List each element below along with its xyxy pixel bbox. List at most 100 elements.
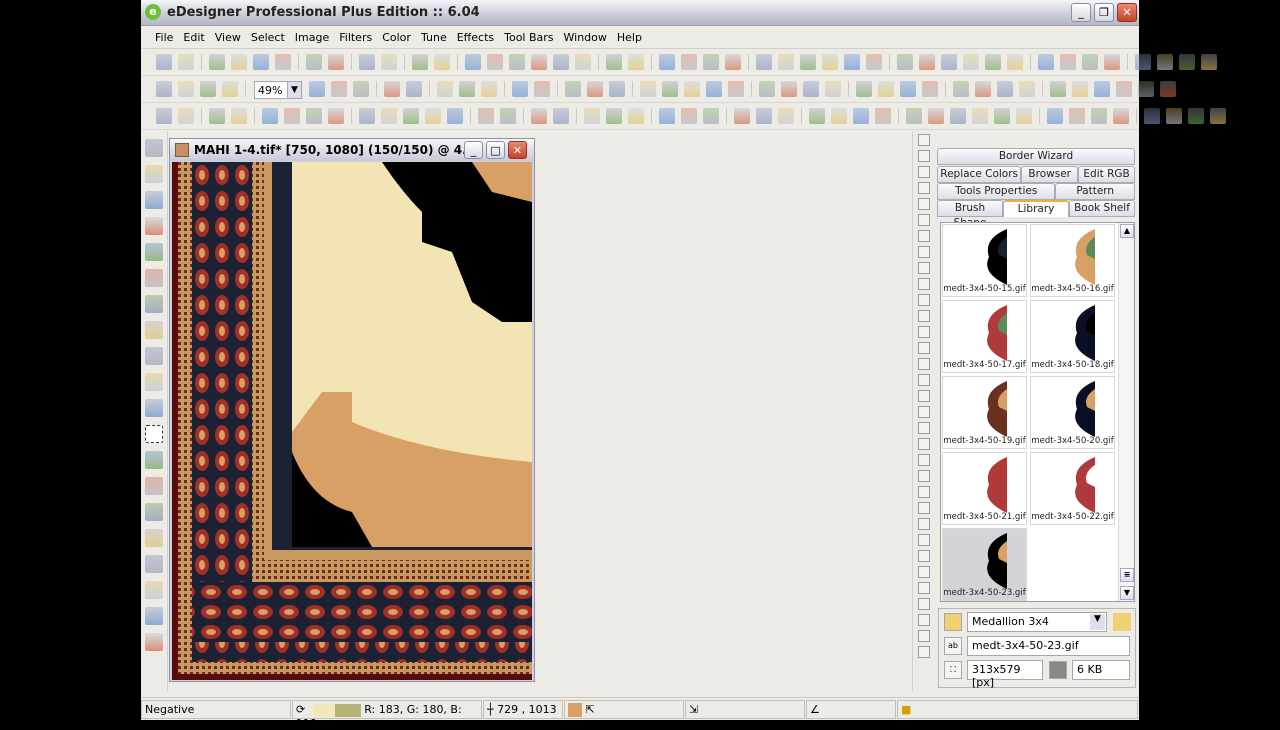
menu-view[interactable]: View bbox=[211, 27, 245, 44]
panel-strip-icon-11[interactable] bbox=[917, 310, 930, 322]
tb2-tool-37-icon[interactable] bbox=[1116, 81, 1132, 97]
tb2-tool-32-icon[interactable] bbox=[997, 81, 1013, 97]
tb1-tool-14-icon[interactable] bbox=[509, 54, 525, 70]
scroll-up-button[interactable]: ▲ bbox=[1120, 224, 1134, 238]
minimize-button[interactable]: _ bbox=[1071, 3, 1091, 22]
tb1-tool-17-icon[interactable] bbox=[575, 54, 591, 70]
menu-image[interactable]: Image bbox=[291, 27, 333, 44]
panel-strip-icon-17[interactable] bbox=[917, 406, 930, 418]
menu-edit[interactable]: Edit bbox=[179, 27, 208, 44]
tb2-tool-5-icon[interactable] bbox=[331, 81, 347, 97]
tb3-tool-20-icon[interactable] bbox=[659, 108, 675, 124]
tab-library[interactable]: Library bbox=[1003, 200, 1069, 217]
tb3-tool-35-icon[interactable] bbox=[1016, 108, 1032, 124]
tb3-tool-31-icon[interactable] bbox=[928, 108, 944, 124]
tb1-tool-3-icon[interactable] bbox=[231, 54, 247, 70]
crop-tool-icon[interactable] bbox=[145, 191, 163, 209]
tb2-tool-3-icon[interactable] bbox=[222, 81, 238, 97]
tb1-tool-2-icon[interactable] bbox=[209, 54, 225, 70]
panel-strip-icon-13[interactable] bbox=[917, 342, 930, 354]
tb3-tool-16-icon[interactable] bbox=[553, 108, 569, 124]
tb3-tool-5-icon[interactable] bbox=[284, 108, 300, 124]
tab-edit-rgb[interactable]: Edit RGB bbox=[1078, 166, 1135, 183]
tb3-tool-26-icon[interactable] bbox=[809, 108, 825, 124]
tb1-tool-43-icon[interactable] bbox=[1201, 54, 1217, 70]
pattern-tool-icon[interactable] bbox=[145, 399, 163, 417]
menu-effects[interactable]: Effects bbox=[453, 27, 498, 44]
tb1-tool-13-icon[interactable] bbox=[487, 54, 503, 70]
library-thumbnail[interactable]: medt-3x4-50-23.gif bbox=[942, 528, 1027, 601]
tb3-tool-10-icon[interactable] bbox=[403, 108, 419, 124]
tb2-tool-39-icon[interactable] bbox=[1160, 81, 1176, 97]
panel-strip-icon-5[interactable] bbox=[917, 214, 930, 226]
tb2-tool-16-icon[interactable] bbox=[609, 81, 625, 97]
tb2-tool-22-icon[interactable] bbox=[759, 81, 775, 97]
pen-tool-icon[interactable] bbox=[145, 217, 163, 235]
zoom-select[interactable]: 49% ▼ bbox=[254, 81, 302, 99]
tb2-tool-28-icon[interactable] bbox=[900, 81, 916, 97]
panel-strip-icon-3[interactable] bbox=[917, 182, 930, 194]
menu-tool-bars[interactable]: Tool Bars bbox=[500, 27, 557, 44]
tab-brush-shape[interactable]: Brush Shape bbox=[937, 200, 1003, 229]
tb2-tool-13-icon[interactable] bbox=[534, 81, 550, 97]
gradient-tool-icon[interactable] bbox=[145, 269, 163, 287]
menu-help[interactable]: Help bbox=[613, 27, 646, 44]
library-thumbnail[interactable]: medt-3x4-50-22.gif bbox=[1030, 452, 1115, 525]
tb1-tool-29-icon[interactable] bbox=[866, 54, 882, 70]
menu-window[interactable]: Window bbox=[560, 27, 611, 44]
tb3-tool-0-icon[interactable] bbox=[156, 108, 172, 124]
tb3-tool-24-icon[interactable] bbox=[756, 108, 772, 124]
background-color-swatch[interactable] bbox=[334, 703, 361, 717]
swap-colors-icon[interactable]: ⟳ bbox=[296, 703, 305, 716]
panel-strip-icon-14[interactable] bbox=[917, 358, 930, 370]
tb2-tool-4-icon[interactable] bbox=[309, 81, 325, 97]
panel-strip-icon-23[interactable] bbox=[917, 502, 930, 514]
tb1-tool-19-icon[interactable] bbox=[628, 54, 644, 70]
tb2-tool-11-icon[interactable] bbox=[481, 81, 497, 97]
library-thumbnail[interactable]: medt-3x4-50-19.gif bbox=[942, 376, 1027, 449]
tb3-tool-12-icon[interactable] bbox=[447, 108, 463, 124]
doc-close-button[interactable]: ✕ bbox=[508, 141, 527, 159]
fill-tool-icon[interactable] bbox=[145, 243, 163, 261]
tb3-tool-27-icon[interactable] bbox=[831, 108, 847, 124]
line-tool-icon[interactable] bbox=[145, 321, 163, 339]
library-thumbnail[interactable]: medt-3x4-50-20.gif bbox=[1030, 376, 1115, 449]
rectangle-tool-icon[interactable] bbox=[145, 295, 163, 313]
tb1-tool-4-icon[interactable] bbox=[253, 54, 269, 70]
tb2-tool-19-icon[interactable] bbox=[684, 81, 700, 97]
panel-strip-icon-27[interactable] bbox=[917, 566, 930, 578]
tb3-tool-25-icon[interactable] bbox=[778, 108, 794, 124]
tb3-tool-28-icon[interactable] bbox=[853, 108, 869, 124]
tb1-tool-1-icon[interactable] bbox=[178, 54, 194, 70]
wand-tool-icon[interactable] bbox=[145, 347, 163, 365]
tb3-tool-38-icon[interactable] bbox=[1091, 108, 1107, 124]
tb1-tool-39-icon[interactable] bbox=[1104, 54, 1120, 70]
tb3-tool-30-icon[interactable] bbox=[906, 108, 922, 124]
tb1-tool-28-icon[interactable] bbox=[844, 54, 860, 70]
tb3-tool-39-icon[interactable] bbox=[1113, 108, 1129, 124]
tb3-tool-34-icon[interactable] bbox=[994, 108, 1010, 124]
library-thumbnail[interactable]: medt-3x4-50-18.gif bbox=[1030, 300, 1115, 373]
tb1-tool-20-icon[interactable] bbox=[659, 54, 675, 70]
doc-maximize-button[interactable]: □ bbox=[486, 141, 505, 159]
tb1-tool-34-icon[interactable] bbox=[985, 54, 1001, 70]
tb2-tool-27-icon[interactable] bbox=[878, 81, 894, 97]
menu-select[interactable]: Select bbox=[247, 27, 289, 44]
tb3-tool-6-icon[interactable] bbox=[306, 108, 322, 124]
tb3-tool-9-icon[interactable] bbox=[381, 108, 397, 124]
tb1-tool-37-icon[interactable] bbox=[1060, 54, 1076, 70]
checker-tool-icon[interactable] bbox=[145, 503, 163, 521]
panel-strip-icon-22[interactable] bbox=[917, 486, 930, 498]
menu-file[interactable]: File bbox=[151, 27, 177, 44]
panel-strip-icon-12[interactable] bbox=[917, 326, 930, 338]
tb3-tool-37-icon[interactable] bbox=[1069, 108, 1085, 124]
eraser-tool-icon[interactable] bbox=[145, 607, 163, 625]
tb1-tool-7-icon[interactable] bbox=[328, 54, 344, 70]
open-folder-icon[interactable] bbox=[1113, 613, 1131, 631]
panel-strip-icon-18[interactable] bbox=[917, 422, 930, 434]
image-canvas[interactable] bbox=[172, 162, 532, 680]
tab-replace-colors[interactable]: Replace Colors bbox=[937, 166, 1022, 183]
tb1-tool-33-icon[interactable] bbox=[963, 54, 979, 70]
panel-strip-icon-26[interactable] bbox=[917, 550, 930, 562]
tb1-tool-41-icon[interactable] bbox=[1157, 54, 1173, 70]
